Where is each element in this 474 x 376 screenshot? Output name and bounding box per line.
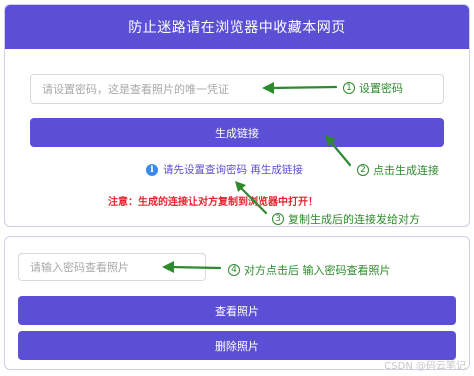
page: 防止迷路请在浏览器中收藏本网页 请设置密码，这是查看照片的唯一凭证 生成链接 i… [0, 0, 474, 376]
step-number-badge: 1 [343, 82, 355, 94]
delete-photo-label: 删除照片 [215, 339, 259, 353]
annotation-text: 复制生成后的连接发给对方 [288, 213, 420, 226]
warning-text: 注意：生成的连接让对方复制到浏览器中打开！ [108, 197, 318, 208]
info-icon: i [146, 163, 158, 176]
page-header: 防止迷路请在浏览器中收藏本网页 [5, 5, 469, 49]
delete-photo-button[interactable]: 删除照片 [18, 331, 456, 360]
annotation-text: 设置密码 [359, 82, 403, 95]
annotation-text: 点击生成连接 [373, 164, 439, 177]
enter-password-input[interactable]: 请输入密码查看照片 [18, 253, 206, 281]
step-number-badge: 2 [357, 164, 369, 176]
generate-link-label: 生成链接 [215, 126, 259, 140]
step-number-badge: 3 [272, 213, 284, 225]
annotation-step-2: 2 点击生成连接 [357, 162, 439, 178]
annotation-text: 对方点击后 输入密码查看照片 [244, 264, 391, 277]
hint-line: i 请先设置查询密码 再生成链接 [146, 162, 303, 177]
view-photo-label: 查看照片 [215, 304, 259, 318]
generate-link-button[interactable]: 生成链接 [30, 118, 444, 147]
enter-password-placeholder: 请输入密码查看照片 [30, 261, 129, 274]
set-password-placeholder: 请设置密码，这是查看照片的唯一凭证 [42, 83, 229, 96]
annotation-step-3: 3 复制生成后的连接发给对方 [272, 211, 420, 227]
hint-text: 请先设置查询密码 再生成链接 [163, 164, 303, 176]
annotation-step-4: 4 对方点击后 输入密码查看照片 [228, 262, 391, 278]
watermark: CSDN @码云笔记 [384, 361, 466, 372]
step-number-badge: 4 [228, 264, 240, 276]
page-title: 防止迷路请在浏览器中收藏本网页 [128, 20, 346, 36]
annotation-step-1: 1 设置密码 [343, 80, 403, 96]
view-photo-button[interactable]: 查看照片 [18, 296, 456, 325]
